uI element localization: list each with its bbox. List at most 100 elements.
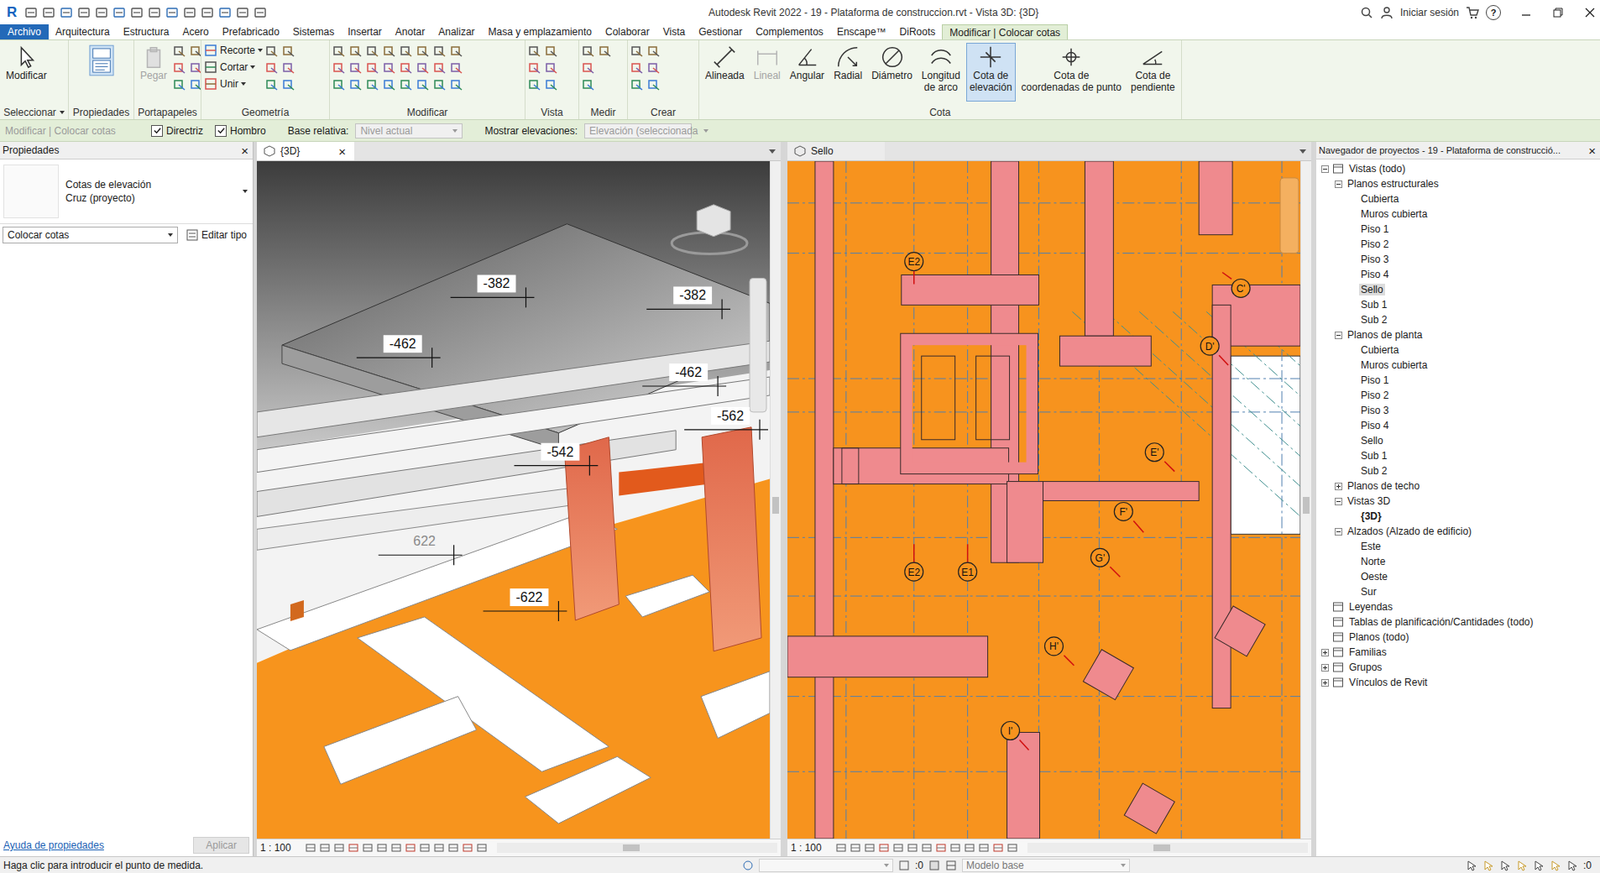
selection-option-icon[interactable] (1465, 859, 1478, 872)
elevation-tag[interactable]: -562 (684, 407, 769, 440)
quick-access-icon[interactable] (200, 5, 215, 20)
selection-option-icon[interactable] (1516, 859, 1528, 872)
view-control-icon[interactable] (376, 841, 388, 854)
ribbon-panel-title[interactable]: Propiedades (68, 105, 134, 120)
ribbon-tab[interactable]: Gestionar (691, 24, 749, 40)
close-icon[interactable] (1583, 5, 1597, 20)
tool-icon[interactable] (449, 61, 464, 75)
help-button[interactable]: ? (1485, 5, 1501, 21)
ribbon-button[interactable]: Angular (786, 42, 828, 102)
tool-icon[interactable] (598, 44, 612, 58)
ribbon-button[interactable]: Cota de coordenadas de punto (1018, 42, 1125, 102)
restore-icon[interactable] (1551, 5, 1565, 20)
tool-icon[interactable] (332, 61, 346, 75)
elevation-tag[interactable]: -542 (513, 443, 598, 476)
tree-item[interactable]: Vínculos de Revit (1316, 674, 1600, 691)
tool-icon[interactable] (332, 78, 346, 92)
cart-icon[interactable] (1465, 5, 1480, 20)
tool-icon[interactable] (189, 44, 201, 58)
ribbon-tab[interactable]: Sistemas (286, 24, 341, 40)
view-control-icon[interactable] (935, 841, 947, 854)
tool-icon[interactable] (449, 44, 464, 58)
ribbon-tab[interactable]: Colaborar (598, 24, 657, 40)
view-control-icon[interactable] (892, 841, 905, 854)
ribbon-small-button[interactable]: Recorte (203, 42, 263, 58)
tool-icon[interactable] (581, 44, 596, 58)
tree-item[interactable]: Vistas 3D (1316, 493, 1600, 509)
tool-icon[interactable] (581, 78, 596, 92)
tool-icon[interactable] (544, 44, 559, 58)
expander-icon[interactable] (1334, 482, 1343, 491)
scroll-thumb[interactable] (1153, 844, 1171, 852)
elevation-tag[interactable]: -622 (483, 588, 568, 622)
close-button[interactable]: × (239, 143, 251, 158)
close-tab-button[interactable]: × (336, 144, 348, 159)
tree-item[interactable]: Norte (1316, 554, 1600, 570)
grid-bubble[interactable]: G' (1090, 548, 1120, 577)
option-dropdown[interactable]: Elevación (seleccionada (584, 123, 692, 139)
elevation-tag[interactable]: -382 (646, 286, 731, 319)
ribbon-panel-title[interactable]: Geometría (201, 105, 330, 120)
tool-icon[interactable] (630, 44, 644, 58)
ribbon-button[interactable]: Diámetro (867, 42, 916, 102)
tool-icon[interactable] (647, 44, 661, 58)
tool-icon[interactable] (630, 78, 644, 92)
grid-bubble[interactable]: D' (1200, 336, 1229, 366)
worksharing-icon[interactable] (742, 859, 754, 872)
view-control-icon[interactable] (920, 841, 933, 854)
option-checkbox[interactable]: Hombro (214, 125, 267, 137)
tool-icon[interactable] (382, 61, 397, 75)
tree-item[interactable]: Cubierta (1316, 342, 1600, 358)
workset-field[interactable] (758, 858, 894, 873)
tree-item[interactable]: Sello (1316, 433, 1600, 449)
tool-icon[interactable] (366, 44, 380, 58)
tree-item[interactable]: Sello (1316, 282, 1600, 298)
ribbon-panel-title[interactable]: Medir (579, 105, 628, 120)
quick-access-icon[interactable] (165, 5, 179, 20)
tree-item[interactable]: Sub 2 (1316, 312, 1600, 328)
ribbon-panel-title[interactable]: Crear (627, 105, 699, 120)
quick-access-icon[interactable] (77, 5, 91, 20)
close-button[interactable]: × (1586, 143, 1598, 158)
view-control-icon[interactable] (835, 841, 848, 854)
quick-access-icon[interactable] (183, 5, 197, 20)
tool-icon[interactable] (647, 61, 661, 75)
tool-icon[interactable] (349, 61, 363, 75)
tree-item[interactable]: Muros cubierta (1316, 206, 1600, 222)
instance-filter[interactable]: Colocar cotas (2, 226, 178, 244)
tool-icon[interactable] (332, 44, 346, 58)
editable-icon[interactable] (898, 859, 910, 872)
tree-item[interactable]: Sub 1 (1316, 448, 1600, 464)
ribbon-button[interactable]: Longitud de arco (918, 42, 964, 102)
view-menu-icon[interactable] (1297, 146, 1308, 157)
view-control-icon[interactable] (333, 841, 346, 854)
grid-bubble[interactable]: I' (1001, 721, 1030, 751)
ribbon-button[interactable]: Modificar (2, 42, 51, 102)
minimize-icon[interactable] (1519, 5, 1533, 20)
tree-item[interactable]: Planos de planta (1316, 327, 1600, 343)
tool-icon[interactable] (528, 61, 542, 75)
revit-logo[interactable]: R (3, 4, 21, 21)
tool-icon[interactable] (528, 44, 542, 58)
view-control-icon[interactable] (304, 841, 317, 854)
ribbon-small-button[interactable]: Unir (203, 76, 263, 92)
ribbon-small-button[interactable]: Cortar (203, 59, 263, 75)
checkbox-box[interactable] (214, 125, 227, 137)
tool-icon[interactable] (544, 61, 559, 75)
tool-icon[interactable] (172, 78, 187, 92)
scroll-thumb[interactable] (1302, 496, 1310, 514)
tool-icon[interactable] (528, 78, 542, 92)
quick-access-icon[interactable] (147, 5, 162, 20)
search-icon[interactable] (1359, 5, 1374, 20)
ribbon-tab[interactable]: Acero (175, 24, 215, 40)
quick-access-icon[interactable] (94, 5, 109, 20)
ribbon-tab[interactable]: Masa y emplazamiento (481, 24, 599, 40)
ribbon-tab[interactable]: Complementos (748, 24, 831, 40)
tool-icon[interactable] (399, 78, 414, 92)
tree-item[interactable]: Sub 2 (1316, 463, 1600, 479)
plan-canvas[interactable]: E2C'D'E'F'G'E2E1H'I' (787, 161, 1301, 839)
elevation-tag[interactable]: 622 (378, 533, 463, 565)
ribbon-panel-title[interactable]: Cota (699, 105, 1182, 120)
tool-icon[interactable] (265, 61, 279, 75)
grid-bubble[interactable]: H' (1044, 637, 1074, 666)
